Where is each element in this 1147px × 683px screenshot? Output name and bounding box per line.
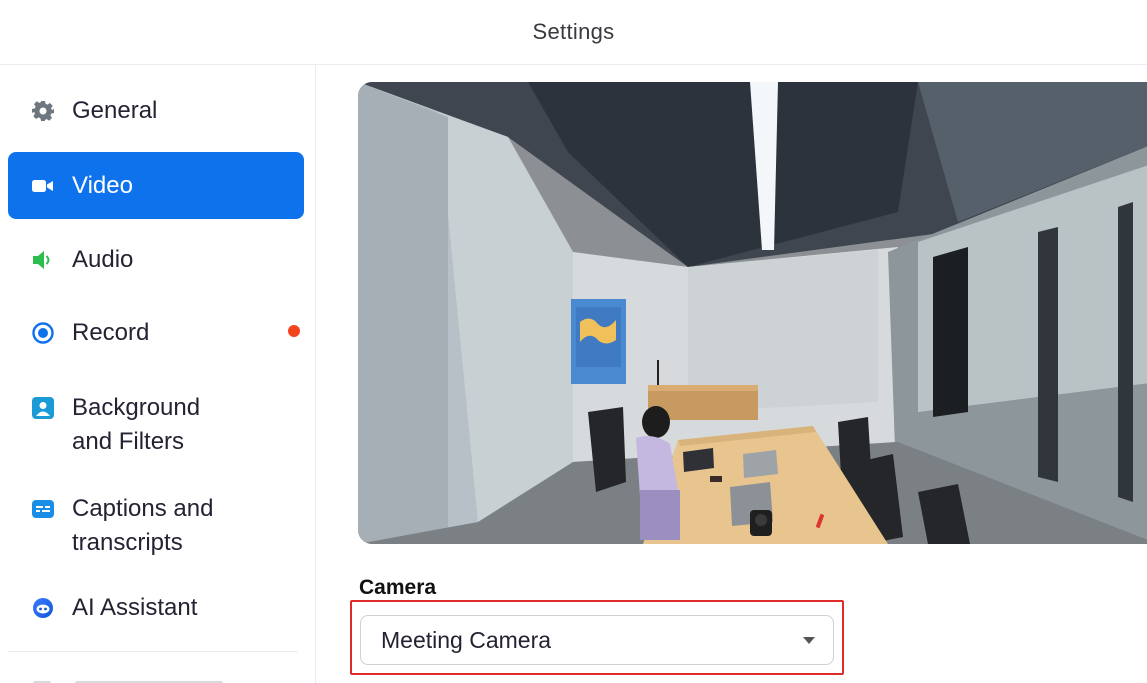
sidebar-item-background-filters[interactable]: Background and Filters <box>8 387 304 467</box>
sidebar-item-label: Audio <box>72 245 134 273</box>
sidebar-item-label: Background and Filters <box>72 394 201 455</box>
window-title: Settings <box>532 19 615 44</box>
sidebar-item-label: AI Assistant <box>72 593 198 621</box>
record-icon <box>32 321 54 344</box>
camera-select-value: Meeting Camera <box>381 626 552 653</box>
video-camera-icon <box>32 175 54 197</box>
speaker-icon <box>32 249 54 271</box>
sidebar-item-video[interactable]: Video <box>8 152 304 219</box>
sidebar-item-partial[interactable] <box>32 677 232 683</box>
captions-icon <box>32 498 54 520</box>
camera-label: Camera <box>359 576 437 599</box>
notification-dot <box>288 325 300 337</box>
sidebar-item-record[interactable]: Record <box>8 299 304 366</box>
sidebar-item-audio[interactable]: Audio <box>8 226 304 293</box>
settings-window: Settings General Video Audio Record Back… <box>0 0 1147 683</box>
sidebar-item-general[interactable]: General <box>8 77 304 144</box>
sidebar-item-label: Captions and transcripts <box>72 495 214 556</box>
sidebar-divider <box>8 651 298 652</box>
sidebar-item-label: Video <box>72 171 133 199</box>
ai-assistant-icon <box>32 597 54 619</box>
settings-sidebar: General Video Audio Record Background an… <box>0 65 316 683</box>
camera-preview <box>358 82 1147 544</box>
camera-preview-image <box>358 82 1147 544</box>
video-settings-panel: Camera Meeting Camera <box>317 65 1147 683</box>
chevron-down-icon <box>803 637 815 644</box>
background-icon <box>32 397 54 419</box>
sidebar-item-label: Record <box>72 318 150 346</box>
sidebar-item-captions[interactable]: Captions and transcripts <box>8 488 304 568</box>
sidebar-item-label: General <box>72 96 158 124</box>
gear-icon <box>32 100 54 122</box>
sidebar-item-ai-assistant[interactable]: AI Assistant <box>8 574 304 641</box>
camera-select[interactable]: Meeting Camera <box>360 615 834 665</box>
